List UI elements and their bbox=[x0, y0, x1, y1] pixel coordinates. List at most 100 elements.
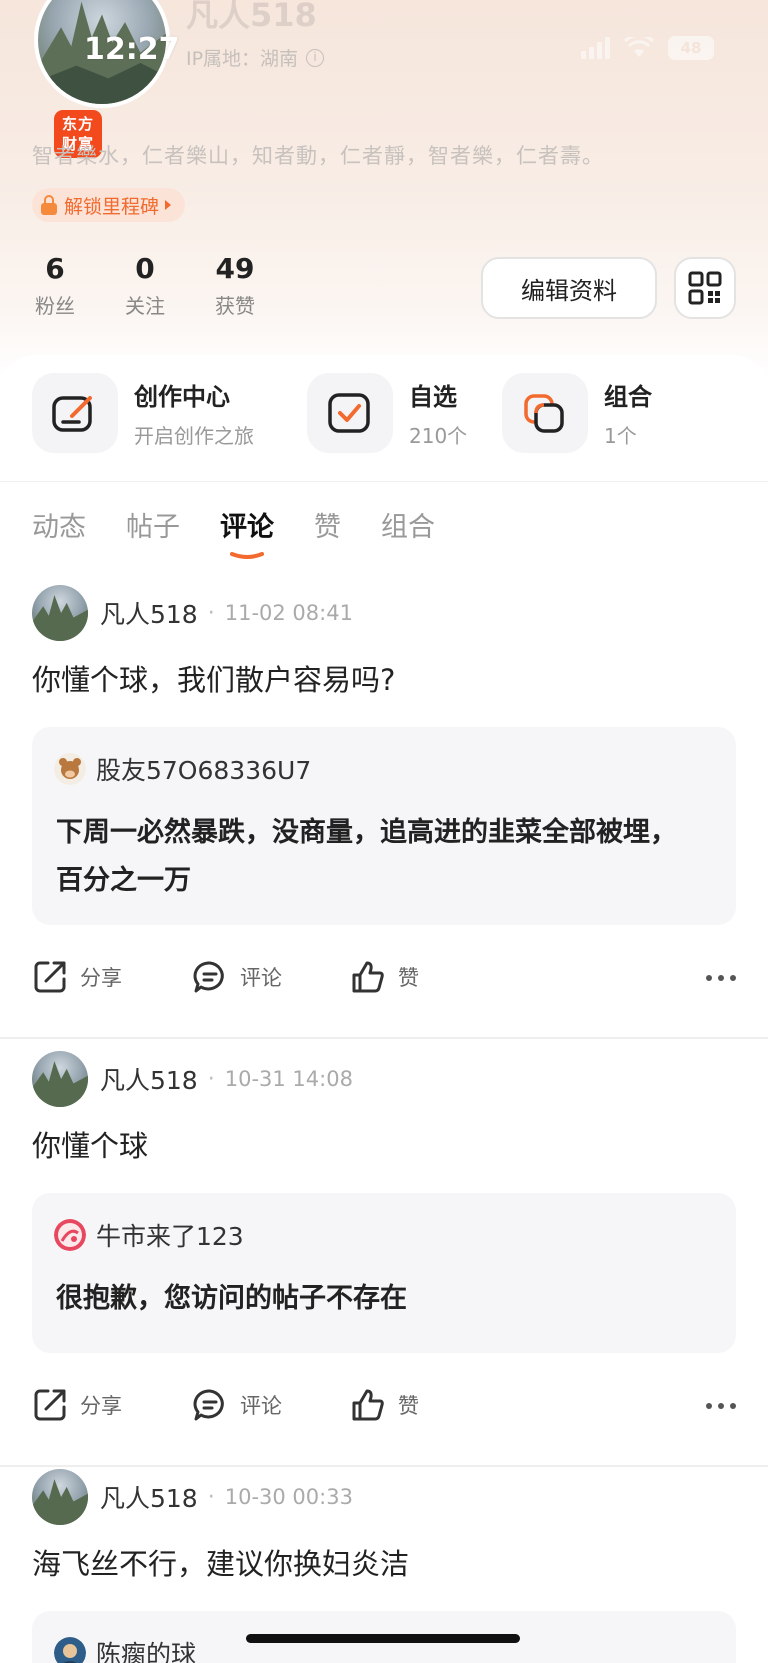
avatar[interactable] bbox=[32, 1051, 88, 1107]
shortcut-row: 创作中心 开启创作之旅 自选 210个 组合 1个 bbox=[0, 373, 768, 465]
quote-author[interactable]: 牛市来了123 bbox=[96, 1217, 244, 1253]
quoted-post[interactable]: 牛市来了123 很抱歉，您访问的帖子不存在 bbox=[32, 1193, 736, 1353]
divider bbox=[0, 481, 768, 482]
portfolio-icon bbox=[502, 373, 588, 453]
post-divider bbox=[0, 1037, 768, 1039]
quote-author[interactable]: 股友57O68336U7 bbox=[96, 751, 311, 787]
separator-dot: · bbox=[207, 1066, 215, 1092]
status-icons: 48 bbox=[581, 36, 714, 60]
lock-icon bbox=[40, 195, 58, 215]
qr-code-icon bbox=[688, 271, 722, 305]
main-card: 创作中心 开启创作之旅 自选 210个 组合 1个 动态 帖子 评论 赞 组合 … bbox=[0, 355, 768, 1663]
separator-dot: · bbox=[207, 600, 215, 626]
separator-dot: · bbox=[207, 1484, 215, 1510]
post-author[interactable]: 凡人518 bbox=[100, 1061, 198, 1097]
ip-location: IP属地：湖南 i bbox=[186, 44, 325, 71]
stat-followers[interactable]: 6 粉丝 bbox=[32, 252, 78, 319]
shortcut-creation-center[interactable]: 创作中心 开启创作之旅 bbox=[32, 373, 254, 453]
post-text[interactable]: 你懂个球，我们散户容易吗? bbox=[32, 657, 395, 699]
post-author[interactable]: 凡人518 bbox=[100, 595, 198, 631]
post-text[interactable]: 海飞丝不行，建议你换妇炎洁 bbox=[32, 1541, 409, 1583]
edit-profile-button[interactable]: 编辑资料 bbox=[481, 257, 657, 319]
post-author[interactable]: 凡人518 bbox=[100, 1479, 198, 1515]
stat-label: 粉丝 bbox=[35, 294, 75, 318]
post-header: 凡人518 · 11-02 08:41 bbox=[32, 585, 353, 641]
quote-avatar bbox=[54, 1637, 86, 1663]
post-time: 11-02 08:41 bbox=[224, 601, 353, 625]
post-actions: 分享 评论 赞 bbox=[32, 1387, 736, 1431]
qr-code-button[interactable] bbox=[674, 257, 736, 319]
tab-portfolio[interactable]: 组合 bbox=[381, 505, 435, 544]
comment-icon bbox=[193, 961, 224, 993]
like-button[interactable]: 赞 bbox=[350, 1387, 419, 1423]
share-icon bbox=[34, 961, 66, 993]
shortcut-title: 自选 bbox=[409, 383, 457, 411]
more-options-icon[interactable] bbox=[706, 1403, 736, 1409]
tab-posts[interactable]: 帖子 bbox=[126, 505, 180, 544]
stat-value: 49 bbox=[215, 252, 255, 285]
battery-icon: 48 bbox=[668, 36, 714, 60]
comment-icon bbox=[193, 1389, 224, 1421]
checkbox-icon bbox=[307, 373, 393, 453]
post-actions: 分享 评论 赞 bbox=[32, 959, 736, 1003]
shortcut-subtitle: 开启创作之旅 bbox=[134, 424, 254, 448]
tab-likes[interactable]: 赞 bbox=[314, 505, 341, 544]
stat-value: 0 bbox=[135, 252, 155, 285]
share-label: 分享 bbox=[80, 966, 122, 990]
post-header: 凡人518 · 10-30 00:33 bbox=[32, 1469, 353, 1525]
ip-location-text: IP属地：湖南 bbox=[186, 48, 299, 70]
like-button[interactable]: 赞 bbox=[350, 959, 419, 995]
comment-button[interactable]: 评论 bbox=[192, 959, 282, 995]
comment-label: 评论 bbox=[240, 966, 282, 990]
more-options-icon[interactable] bbox=[706, 975, 736, 981]
quote-author[interactable]: 陈瘸的球 bbox=[96, 1635, 196, 1663]
status-time: 12:27 bbox=[84, 32, 180, 67]
thumbs-up-icon bbox=[352, 961, 384, 993]
shortcut-title: 组合 bbox=[604, 383, 652, 411]
active-tab-indicator bbox=[230, 552, 264, 559]
quote-avatar bbox=[54, 753, 86, 785]
stat-likes[interactable]: 49 获赞 bbox=[212, 252, 258, 319]
shortcut-title: 创作中心 bbox=[134, 383, 230, 411]
post-text[interactable]: 你懂个球 bbox=[32, 1123, 148, 1165]
signal-icon bbox=[581, 37, 610, 59]
wifi-icon bbox=[624, 37, 654, 57]
avatar[interactable] bbox=[32, 585, 88, 641]
post-header: 凡人518 · 10-31 14:08 bbox=[32, 1051, 353, 1107]
share-label: 分享 bbox=[80, 1394, 122, 1418]
comment-label: 评论 bbox=[240, 1394, 282, 1418]
post-time: 10-30 00:33 bbox=[224, 1485, 353, 1509]
tab-comments-label: 评论 bbox=[220, 512, 274, 543]
stat-following[interactable]: 0 关注 bbox=[122, 252, 168, 319]
quote-body: 下周一必然暴跌，没商量，追高进的韭菜全部被埋，百分之一万 bbox=[56, 817, 677, 896]
home-indicator bbox=[246, 1634, 520, 1643]
quote-avatar bbox=[54, 1219, 86, 1251]
quoted-post[interactable]: 股友57O68336U7 下周一必然暴跌，没商量，追高进的韭菜全部被埋，百分之一… bbox=[32, 727, 736, 925]
shortcut-subtitle: 210个 bbox=[409, 424, 468, 448]
quote-header: 牛市来了123 bbox=[54, 1217, 244, 1253]
tab-activity[interactable]: 动态 bbox=[32, 505, 86, 544]
share-icon bbox=[34, 1389, 66, 1421]
create-icon bbox=[32, 373, 118, 453]
shortcut-portfolio[interactable]: 组合 1个 bbox=[502, 373, 652, 453]
avatar[interactable] bbox=[32, 1469, 88, 1525]
thumbs-up-icon bbox=[352, 1389, 384, 1421]
share-button[interactable]: 分享 bbox=[32, 1387, 122, 1423]
comment-button[interactable]: 评论 bbox=[192, 1387, 282, 1423]
shortcut-watchlist[interactable]: 自选 210个 bbox=[307, 373, 467, 453]
post-divider bbox=[0, 1465, 768, 1467]
quote-header: 股友57O68336U7 bbox=[54, 751, 311, 787]
stat-label: 获赞 bbox=[215, 294, 255, 318]
profile-stats: 6 粉丝 0 关注 49 获赞 bbox=[32, 252, 258, 319]
username: 凡人518 bbox=[186, 0, 317, 34]
share-button[interactable]: 分享 bbox=[32, 959, 122, 995]
info-icon[interactable]: i bbox=[306, 48, 325, 67]
tab-comments[interactable]: 评论 bbox=[220, 505, 274, 559]
like-label: 赞 bbox=[398, 1394, 419, 1418]
milestone-button[interactable]: 解锁里程碑 bbox=[32, 188, 186, 222]
arrow-right-icon bbox=[165, 200, 172, 210]
stat-label: 关注 bbox=[125, 294, 165, 318]
profile-bio: 智者樂水，仁者樂山，知者動，仁者靜，智者樂，仁者壽。 bbox=[32, 144, 604, 168]
milestone-label: 解锁里程碑 bbox=[64, 195, 160, 218]
shortcut-subtitle: 1个 bbox=[604, 424, 637, 448]
